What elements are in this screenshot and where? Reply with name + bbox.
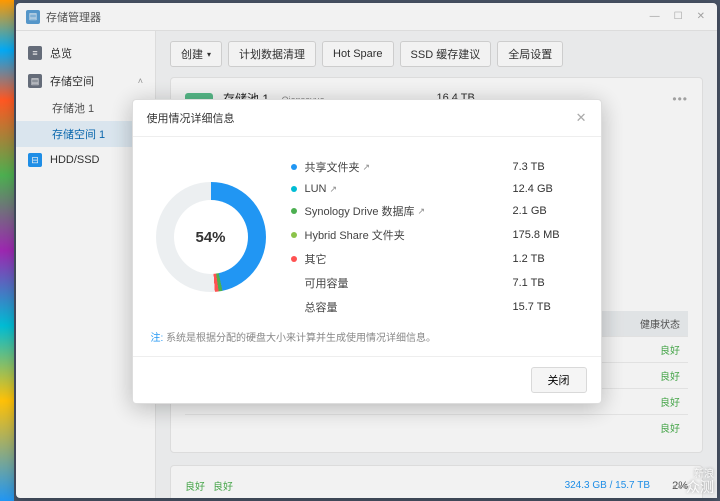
external-link-icon[interactable]: ↗	[418, 206, 426, 217]
dot-icon	[291, 164, 297, 170]
legend-row-hybrid: Hybrid Share 文件夹 175.8 MB	[291, 223, 583, 247]
dot-icon	[291, 208, 297, 214]
external-link-icon[interactable]: ↗	[363, 162, 371, 173]
legend-row-other: 其它 1.2 TB	[291, 247, 583, 271]
watermark: 新浪 众测	[686, 469, 714, 495]
usage-donut-chart: 54%	[156, 182, 266, 292]
legend-row-free: 可用容量 7.1 TB	[291, 271, 583, 295]
dot-icon	[291, 304, 297, 310]
donut-percent: 54%	[195, 229, 225, 246]
legend-row-drive: Synology Drive 数据库↗ 2.1 GB	[291, 199, 583, 223]
dot-icon	[291, 280, 297, 286]
legend-row-lun: LUN↗ 12.4 GB	[291, 179, 583, 199]
dot-icon	[291, 186, 297, 192]
modal-close-icon[interactable]: ✕	[576, 110, 587, 126]
dot-icon	[291, 232, 297, 238]
external-link-icon[interactable]: ↗	[330, 184, 338, 195]
dot-icon	[291, 256, 297, 262]
usage-details-modal: 使用情况详细信息 ✕ 54% 共享文件夹↗ 7.3 TB	[132, 99, 602, 404]
legend-row-total: 总容量 15.7 TB	[291, 295, 583, 319]
storage-manager-window: 存储管理器 — ☐ ✕ ≡ 总览 ▤ 存储空间 ˄ 存储池 1 存储空间 1 ⊟…	[16, 3, 717, 498]
modal-close-button[interactable]: 关闭	[531, 367, 587, 393]
modal-overlay: 使用情况详细信息 ✕ 54% 共享文件夹↗ 7.3 TB	[16, 3, 717, 498]
desktop-dock-strip	[0, 0, 14, 501]
usage-legend: 共享文件夹↗ 7.3 TB LUN↗ 12.4 GB Synology Driv…	[291, 155, 583, 319]
modal-note: 注: 系统是根据分配的硬盘大小来计算并生成使用情况详细信息。	[133, 329, 601, 356]
modal-title: 使用情况详细信息	[147, 110, 235, 126]
legend-row-shared: 共享文件夹↗ 7.3 TB	[291, 155, 583, 179]
